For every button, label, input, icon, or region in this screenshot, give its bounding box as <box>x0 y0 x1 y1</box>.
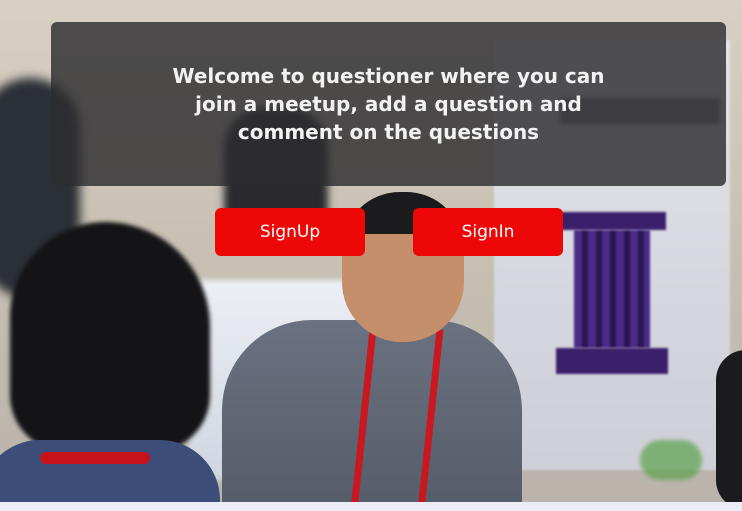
foreground-person-shirt <box>0 440 220 502</box>
right-person <box>716 350 742 502</box>
welcome-panel: Welcome to questioner where you can join… <box>51 22 726 186</box>
pillar-logo <box>558 212 666 230</box>
signin-button[interactable]: SignIn <box>413 208 563 256</box>
welcome-message: Welcome to questioner where you can join… <box>172 64 605 144</box>
page-footer-strip <box>0 502 742 511</box>
hero-section: Welcome to questioner where you can join… <box>0 0 742 502</box>
foreground-person-head <box>10 222 210 452</box>
signup-button[interactable]: SignUp <box>215 208 365 256</box>
